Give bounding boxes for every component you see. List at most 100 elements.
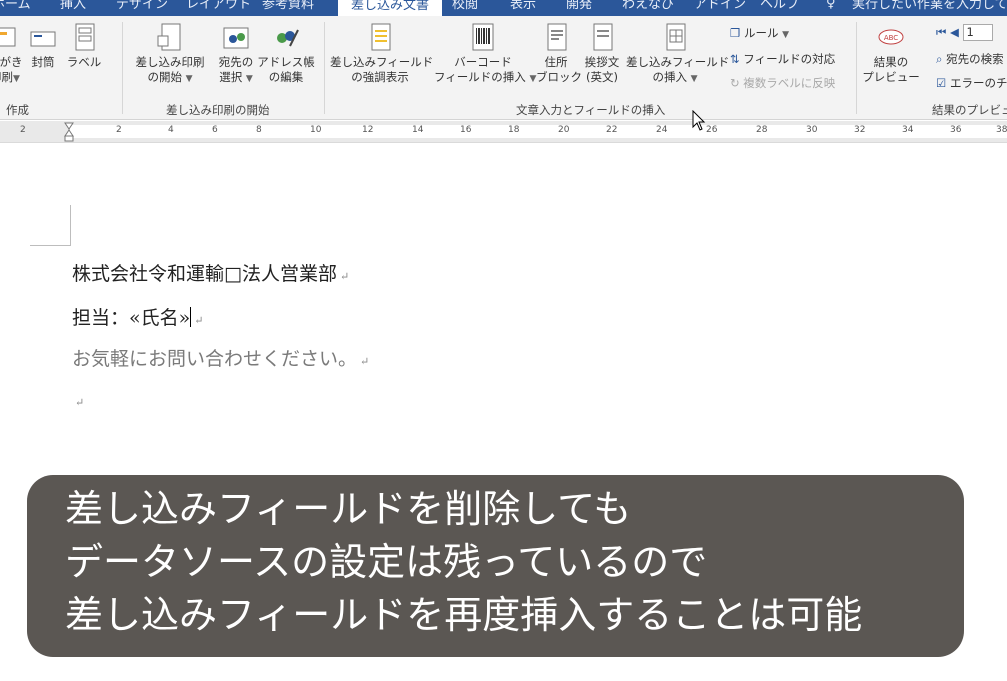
highlight-fields-label-1: 差し込みフィールド [330,55,434,69]
ruler-tick-label: 14 [412,125,424,135]
caption-line-2: データソースの設定は残っているので [65,540,708,584]
paragraph-mark: ↵ [360,355,370,368]
barcode-icon [472,23,494,51]
ruler-tick-label: 12 [362,125,374,135]
tab-mailings[interactable]: 差し込み文書 [338,0,443,16]
find-recipient-button[interactable]: ⌕ 宛先の検索 [936,52,1004,67]
check-errors-label: エラーのチェック [949,76,1007,90]
start-merge-label-1: 差し込み印刷 [135,55,205,69]
ribbon-mailings: はがき 印刷▼ 封筒 ラベル 作成 差し込み印刷 の開始 ▼ 宛先の 選択 ▼ … [0,16,1007,120]
barcode-label-1: バーコード [454,55,512,69]
greeting-line-icon [593,23,613,51]
record-navigation: ⏮ ◀ 1 [936,24,993,41]
labels-icon [75,23,95,51]
ribbon-tab-strip: ホーム 挿入 デザイン レイアウト 参考資料 差し込み文書 校閲 表示 開発 わ… [0,0,1007,16]
ruler-tick-label: 2 [116,125,122,135]
start-mail-merge-button[interactable]: 差し込み印刷 の開始 ▼ [130,22,210,87]
ruler-tick-label: 36 [950,125,962,135]
address-block-label-1: 住所 [544,55,568,69]
edit-recipients-label-2: の編集 [268,70,304,84]
update-labels-button[interactable]: ↻ 複数ラベルに反映 [730,76,835,91]
dropdown-arrow-icon: ▼ [690,74,698,84]
mouse-pointer-icon [692,110,706,131]
dropdown-arrow-icon: ▼ [13,74,20,84]
check-errors-button[interactable]: ☑ エラーのチェック [936,76,1007,91]
ruler-track [70,125,1007,138]
indent-marker-icon[interactable] [64,122,74,142]
recipients-icon [223,27,249,49]
preview-results-label-1: 結果の [873,55,909,69]
previous-record-icon[interactable]: ◀ [950,25,959,39]
highlight-merge-fields-button[interactable]: 差し込みフィールド の強調表示 [330,22,434,85]
tab-waenavi[interactable]: わえなび [622,0,674,15]
ruler-tick-label: 2 [20,125,26,135]
preview-results-button[interactable]: ABC 結果の プレビュー [862,22,920,85]
document-line-3[interactable]: お気軽にお問い合わせください。 ↵ [72,344,369,371]
tab-design[interactable]: デザイン [116,0,168,15]
tell-me-input[interactable]: 実行したい作業を入力してください [852,0,1007,15]
tab-insert[interactable]: 挿入 [60,0,86,15]
group-preview-label: 結果のプレビュー [932,103,1007,117]
envelope-button[interactable]: 封筒 [26,22,60,70]
postcard-print-button[interactable]: はがき 印刷▼ [0,22,23,87]
ruler-tick-label: 38 [996,125,1007,135]
preview-results-label-2: プレビュー [862,70,920,84]
insert-merge-field-icon [666,23,686,51]
ruler-tick-label: 28 [756,125,768,135]
tab-developer[interactable]: 開発 [566,0,592,15]
tab-view[interactable]: 表示 [510,0,536,15]
paragraph-mark: ↵ [75,396,85,409]
paragraph-mark: ↵ [194,314,204,327]
ruler-tick-label: 20 [558,125,570,135]
record-number-input[interactable]: 1 [962,24,993,41]
horizontal-ruler[interactable]: 2 2 4 6 8 10 12 14 16 18 20 22 24 26 28 … [0,121,1007,143]
match-fields-button[interactable]: ⇅ フィールドの対応 [730,52,835,67]
edit-recipient-list-button[interactable]: アドレス帳 の編集 [256,22,316,85]
start-merge-label-2: の開始 [147,70,182,84]
tab-addins[interactable]: アドイン [694,0,746,15]
insert-barcode-field-button[interactable]: バーコード フィールドの挿入 ▼ [434,22,536,87]
labels-button[interactable]: ラベル [64,22,104,70]
dropdown-arrow-icon: ▼ [245,74,253,84]
tab-layout[interactable]: レイアウト [186,0,251,15]
edit-recipients-icon [277,29,299,47]
update-labels-label: 複数ラベルに反映 [743,76,836,90]
document-line-4[interactable]: ↵ [72,389,84,411]
match-fields-label: フィールドの対応 [743,52,836,66]
document-line-1[interactable]: 株式会社令和運輸□法人営業部 ↵ [72,259,349,286]
update-labels-icon: ↻ [730,76,740,90]
merge-field-name[interactable]: «氏名» [129,307,190,329]
ruler-tick-label: 30 [806,125,818,135]
tab-review[interactable]: 校閲 [452,0,478,15]
match-fields-icon: ⇅ [730,52,740,66]
labels-label: ラベル [66,55,102,69]
address-block-icon [547,23,567,51]
contact-prefix-text: 担当： [72,307,130,329]
text-caret [190,307,192,327]
svg-text:ABC: ABC [884,34,898,42]
company-text: 株式会社令和運輸□法人営業部 [72,263,337,285]
lightbulb-icon[interactable]: ♀ [826,0,836,11]
address-block-button[interactable]: 住所 ブロック [536,22,582,85]
insert-merge-field-label-1: 差し込みフィールド [626,55,730,69]
caption-overlay: 差し込みフィールドを削除しても データソースの設定は残っているので 差し込みフィ… [27,475,964,657]
address-block-label-2: ブロック [536,70,582,84]
group-separator [856,22,857,114]
insert-merge-field-label-2: の挿入 [652,70,687,84]
rules-label: ルール [743,26,779,40]
tab-home[interactable]: ホーム [0,0,31,15]
highlight-fields-icon [371,23,391,51]
first-record-icon[interactable]: ⏮ [936,25,946,39]
greeting-line-button[interactable]: 挨拶文 (英文) [580,22,624,85]
tab-help[interactable]: ヘルプ [760,0,799,15]
insert-merge-field-button[interactable]: 差し込みフィールド の挿入 ▼ [626,22,729,87]
select-recipients-button[interactable]: 宛先の 選択 ▼ [212,22,260,87]
document-line-2[interactable]: 担当：«氏名» ↵ [72,303,203,330]
start-merge-icon [157,23,181,51]
ruler-tick-label: 10 [310,125,322,135]
tab-references[interactable]: 参考資料 [262,0,314,15]
ruler-tick-label: 26 [706,125,718,135]
ruler-tick-label: 22 [606,125,618,135]
greeting-line-label-2: (英文) [586,70,618,84]
rules-button[interactable]: ❐ ルール ▼ [730,26,789,43]
